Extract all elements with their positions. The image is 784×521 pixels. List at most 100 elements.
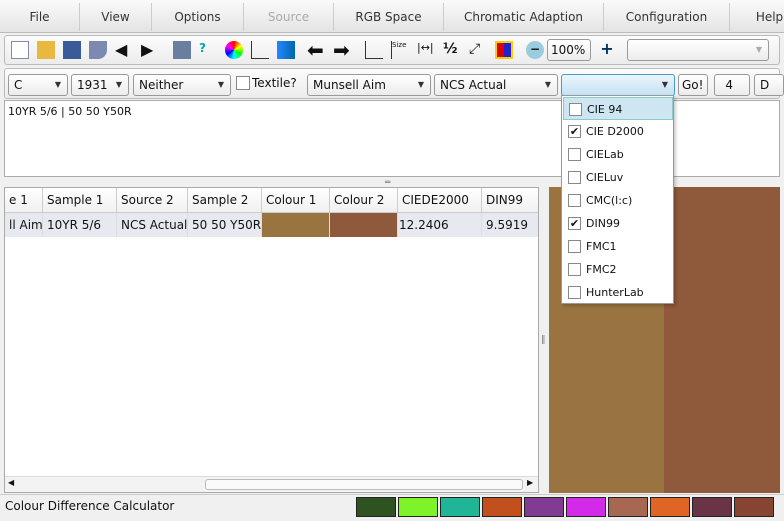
menu-chromatic-adaption[interactable]: Chromatic Adaption bbox=[444, 3, 604, 31]
header-sample2[interactable]: Sample 2 bbox=[188, 188, 262, 213]
colour-swatch[interactable] bbox=[440, 497, 480, 517]
color-wheel-icon[interactable] bbox=[225, 41, 243, 59]
metric-option[interactable]: FMC2 bbox=[563, 258, 673, 281]
checkbox[interactable]: ✔ bbox=[568, 217, 581, 230]
cell-source1[interactable]: ll Aim bbox=[5, 213, 43, 237]
fit-width-icon[interactable]: |↔| bbox=[417, 41, 435, 59]
header-din99[interactable]: DIN99 bbox=[482, 188, 538, 213]
colour-swatch[interactable] bbox=[734, 497, 774, 517]
go-button[interactable]: Go! bbox=[678, 74, 708, 96]
menu-help[interactable]: Help bbox=[730, 3, 784, 31]
back-icon[interactable]: ⬅ bbox=[307, 40, 325, 60]
chart-icon[interactable] bbox=[251, 41, 269, 59]
header-source2[interactable]: Source 2 bbox=[117, 188, 188, 213]
size-icon[interactable]: Size bbox=[391, 41, 409, 59]
forward-icon[interactable]: ➡ bbox=[333, 40, 351, 60]
checkbox[interactable] bbox=[569, 103, 582, 116]
import-icon[interactable]: ◀ bbox=[115, 41, 133, 59]
half-icon[interactable]: ½ bbox=[443, 41, 461, 59]
colour-swatch[interactable] bbox=[524, 497, 564, 517]
menu-rgb-space[interactable]: RGB Space bbox=[334, 3, 444, 31]
cell-colour1[interactable] bbox=[262, 213, 330, 237]
extra-button[interactable]: D bbox=[754, 74, 784, 96]
zoom-in-icon[interactable]: + bbox=[598, 41, 616, 59]
checkbox[interactable] bbox=[568, 194, 581, 207]
metric-option[interactable]: FMC1 bbox=[563, 235, 673, 258]
cell-source2[interactable]: NCS Actual bbox=[117, 213, 188, 237]
header-colour1[interactable]: Colour 1 bbox=[262, 188, 330, 213]
illuminant-select[interactable]: C ▼ bbox=[8, 74, 68, 96]
checkbox[interactable] bbox=[568, 171, 581, 184]
chevron-down-icon: ▼ bbox=[217, 80, 224, 89]
metric-option[interactable]: CMC(l:c) bbox=[563, 189, 673, 212]
gradient-icon[interactable] bbox=[277, 41, 295, 59]
colour-swatch[interactable] bbox=[650, 497, 690, 517]
metric-option[interactable]: ✔ DIN99 bbox=[563, 212, 673, 235]
cell-sample1[interactable]: 10YR 5/6 bbox=[43, 213, 117, 237]
swap-icon[interactable] bbox=[365, 41, 383, 59]
metric-option[interactable]: CIE 94 bbox=[563, 97, 673, 120]
colour-swatch[interactable] bbox=[482, 497, 522, 517]
fullscreen-icon[interactable]: ⤢ bbox=[469, 41, 487, 59]
checkbox[interactable]: ✔ bbox=[568, 125, 581, 138]
scrollbar-thumb[interactable] bbox=[205, 479, 523, 490]
source1-select[interactable]: Munsell Aim ▼ bbox=[307, 74, 431, 96]
scroll-left-icon[interactable]: ◀ bbox=[8, 478, 14, 487]
menu-file[interactable]: File bbox=[0, 3, 80, 31]
toolbar-dropdown[interactable]: ▼ bbox=[627, 39, 769, 61]
option-label: CIE D2000 bbox=[586, 125, 644, 138]
compare-icon[interactable] bbox=[495, 41, 513, 59]
toolbar: ◀ ▶ ? ⬅ ➡ Size |↔| ½ ⤢ − 100% + ▼ bbox=[4, 35, 780, 65]
close-file-icon[interactable] bbox=[89, 41, 107, 59]
cell-colour2[interactable] bbox=[330, 213, 398, 237]
source1-value: Munsell Aim bbox=[313, 78, 386, 92]
scroll-right-icon[interactable]: ▶ bbox=[527, 478, 533, 487]
precision-stepper[interactable]: 4 bbox=[714, 74, 750, 96]
checkbox[interactable] bbox=[568, 148, 581, 161]
header-colour2[interactable]: Colour 2 bbox=[330, 188, 398, 213]
textile-checkbox[interactable] bbox=[236, 76, 250, 90]
menu-source[interactable]: Source bbox=[244, 3, 334, 31]
colour-swatch[interactable] bbox=[398, 497, 438, 517]
menu-configuration[interactable]: Configuration bbox=[604, 3, 730, 31]
zoom-out-icon[interactable]: − bbox=[526, 41, 544, 59]
help-icon[interactable]: ? bbox=[199, 41, 217, 59]
cell-sample2[interactable]: 50 50 Y50R bbox=[188, 213, 262, 237]
metric-dropdown-list: CIE 94 ✔ CIE D2000 CIELab CIELuv CMC(l:c) ✔ DIN… bbox=[561, 95, 674, 304]
metric-option[interactable]: CIELab bbox=[563, 143, 673, 166]
new-icon[interactable] bbox=[11, 41, 29, 59]
colour-swatch[interactable] bbox=[692, 497, 732, 517]
colour-swatch[interactable] bbox=[356, 497, 396, 517]
metric-option[interactable]: ✔ CIE D2000 bbox=[563, 120, 673, 143]
vertical-splitter-handle[interactable]: ‖ bbox=[541, 335, 546, 345]
horizontal-scrollbar[interactable]: ▶ ◀ bbox=[5, 476, 538, 492]
mode-select[interactable]: Neither ▼ bbox=[133, 74, 231, 96]
chevron-down-icon: ▼ bbox=[661, 80, 668, 89]
zoom-level-field[interactable]: 100% bbox=[547, 39, 591, 61]
checkbox[interactable] bbox=[568, 240, 581, 253]
option-label: FMC1 bbox=[586, 240, 617, 253]
checkbox[interactable] bbox=[568, 263, 581, 276]
chevron-down-icon: ▼ bbox=[54, 80, 61, 89]
option-label: DIN99 bbox=[586, 217, 620, 230]
export-icon[interactable]: ▶ bbox=[141, 41, 159, 59]
cell-din99[interactable]: 9.5919 bbox=[482, 213, 538, 237]
metric-select[interactable]: ▼ bbox=[561, 74, 675, 96]
source2-select[interactable]: NCS Actual ▼ bbox=[434, 74, 558, 96]
menu-options[interactable]: Options bbox=[152, 3, 244, 31]
metric-option[interactable]: HunterLab bbox=[563, 281, 673, 304]
header-source1[interactable]: e 1 bbox=[5, 188, 43, 213]
header-sample1[interactable]: Sample 1 bbox=[43, 188, 117, 213]
save-icon[interactable] bbox=[63, 41, 81, 59]
cell-ciede2000[interactable]: 12.2406 bbox=[398, 213, 482, 237]
observer-select[interactable]: 1931 ▼ bbox=[71, 74, 129, 96]
colour-swatch[interactable] bbox=[566, 497, 606, 517]
metric-option[interactable]: CIELuv bbox=[563, 166, 673, 189]
colour-swatch[interactable] bbox=[608, 497, 648, 517]
checkbox[interactable] bbox=[568, 286, 581, 299]
book-icon[interactable] bbox=[173, 41, 191, 59]
open-icon[interactable] bbox=[37, 41, 55, 59]
header-ciede2000[interactable]: CIEDE2000 bbox=[398, 188, 482, 213]
menu-view[interactable]: View bbox=[80, 3, 152, 31]
observer-value: 1931 bbox=[77, 78, 108, 92]
